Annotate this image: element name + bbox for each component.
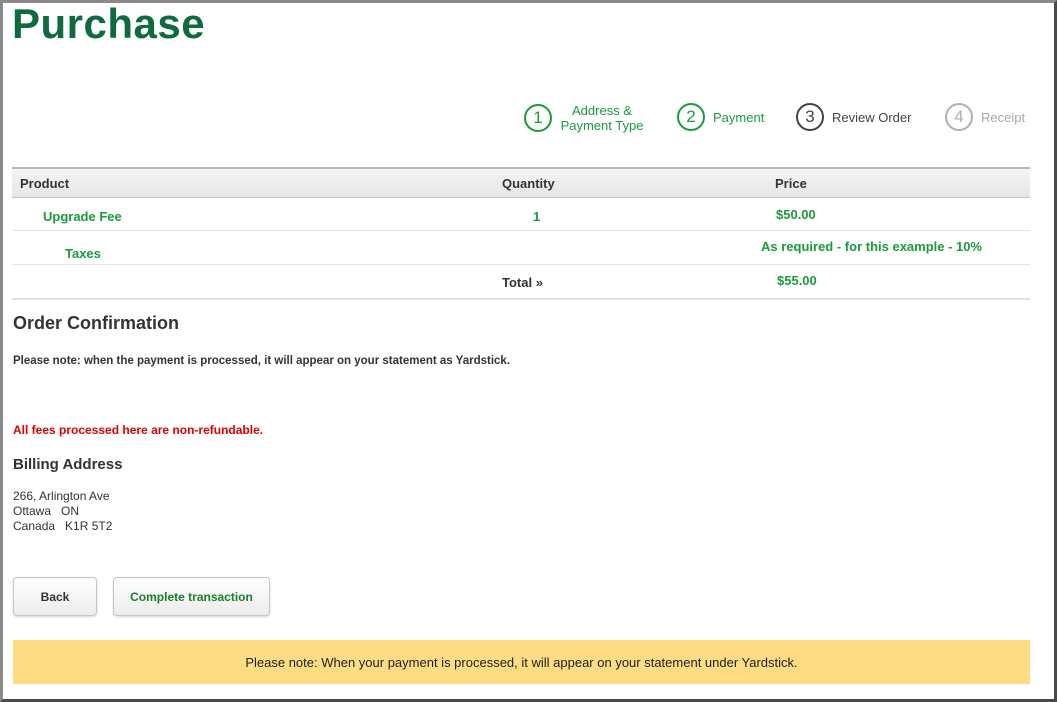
product-name: Taxes bbox=[65, 246, 101, 261]
order-confirmation-title: Order Confirmation bbox=[13, 313, 180, 333]
address-line: Ottawa ON bbox=[13, 504, 80, 518]
step-number-circle: 3 bbox=[796, 103, 824, 131]
table-header: Product Quantity Price bbox=[12, 167, 1030, 198]
step-label: Review Order bbox=[832, 109, 912, 125]
step-number-circle: 1 bbox=[524, 104, 552, 132]
address-line: Canada K1R 5T2 bbox=[13, 519, 113, 533]
table-row: Taxes As required - for this example - 1… bbox=[12, 231, 1030, 265]
address-line: 266, Arlington Ave bbox=[13, 489, 110, 503]
page-title: Purchase bbox=[12, 0, 206, 47]
table-row: Upgrade Fee 1 $50.00 bbox=[12, 198, 1030, 231]
table-total-row: Total » $55.00 bbox=[12, 265, 1030, 300]
billing-address: 266, Arlington Ave Ottawa ON Canada K1R … bbox=[13, 489, 112, 534]
complete-transaction-button[interactable]: Complete transaction bbox=[113, 577, 270, 616]
product-price: $50.00 bbox=[776, 207, 816, 222]
checkout-steps: 1 Address & Payment Type 2 Payment 3 Rev… bbox=[524, 103, 1044, 137]
order-table: Product Quantity Price Upgrade Fee 1 $50… bbox=[12, 167, 1030, 300]
billing-address-title: Billing Address bbox=[13, 456, 123, 473]
total-value: $55.00 bbox=[777, 273, 817, 288]
step-label: Payment bbox=[713, 109, 765, 125]
step-receipt: 4 Receipt bbox=[945, 103, 1025, 131]
statement-notice-banner: Please note: When your payment is proces… bbox=[13, 640, 1030, 684]
step-number-circle: 4 bbox=[945, 103, 973, 131]
product-name: Upgrade Fee bbox=[43, 209, 122, 224]
step-payment: 2 Payment bbox=[677, 103, 764, 131]
column-header-price: Price bbox=[775, 176, 807, 191]
product-quantity: 1 bbox=[533, 209, 541, 224]
column-header-product: Product bbox=[20, 176, 70, 191]
step-address-payment-type: 1 Address & Payment Type bbox=[524, 103, 648, 133]
column-header-quantity: Quantity bbox=[502, 176, 555, 191]
product-price: As required - for this example - 10% bbox=[761, 239, 983, 254]
non-refundable-warning: All fees processed here are non-refundab… bbox=[13, 423, 264, 437]
total-label: Total » bbox=[502, 275, 543, 290]
step-label: Address & Payment Type bbox=[560, 103, 644, 133]
step-review-order: 3 Review Order bbox=[796, 103, 911, 131]
back-button[interactable]: Back bbox=[13, 577, 97, 616]
statement-note: Please note: when the payment is process… bbox=[13, 355, 511, 367]
step-label: Receipt bbox=[981, 109, 1026, 125]
step-number-circle: 2 bbox=[677, 103, 705, 131]
